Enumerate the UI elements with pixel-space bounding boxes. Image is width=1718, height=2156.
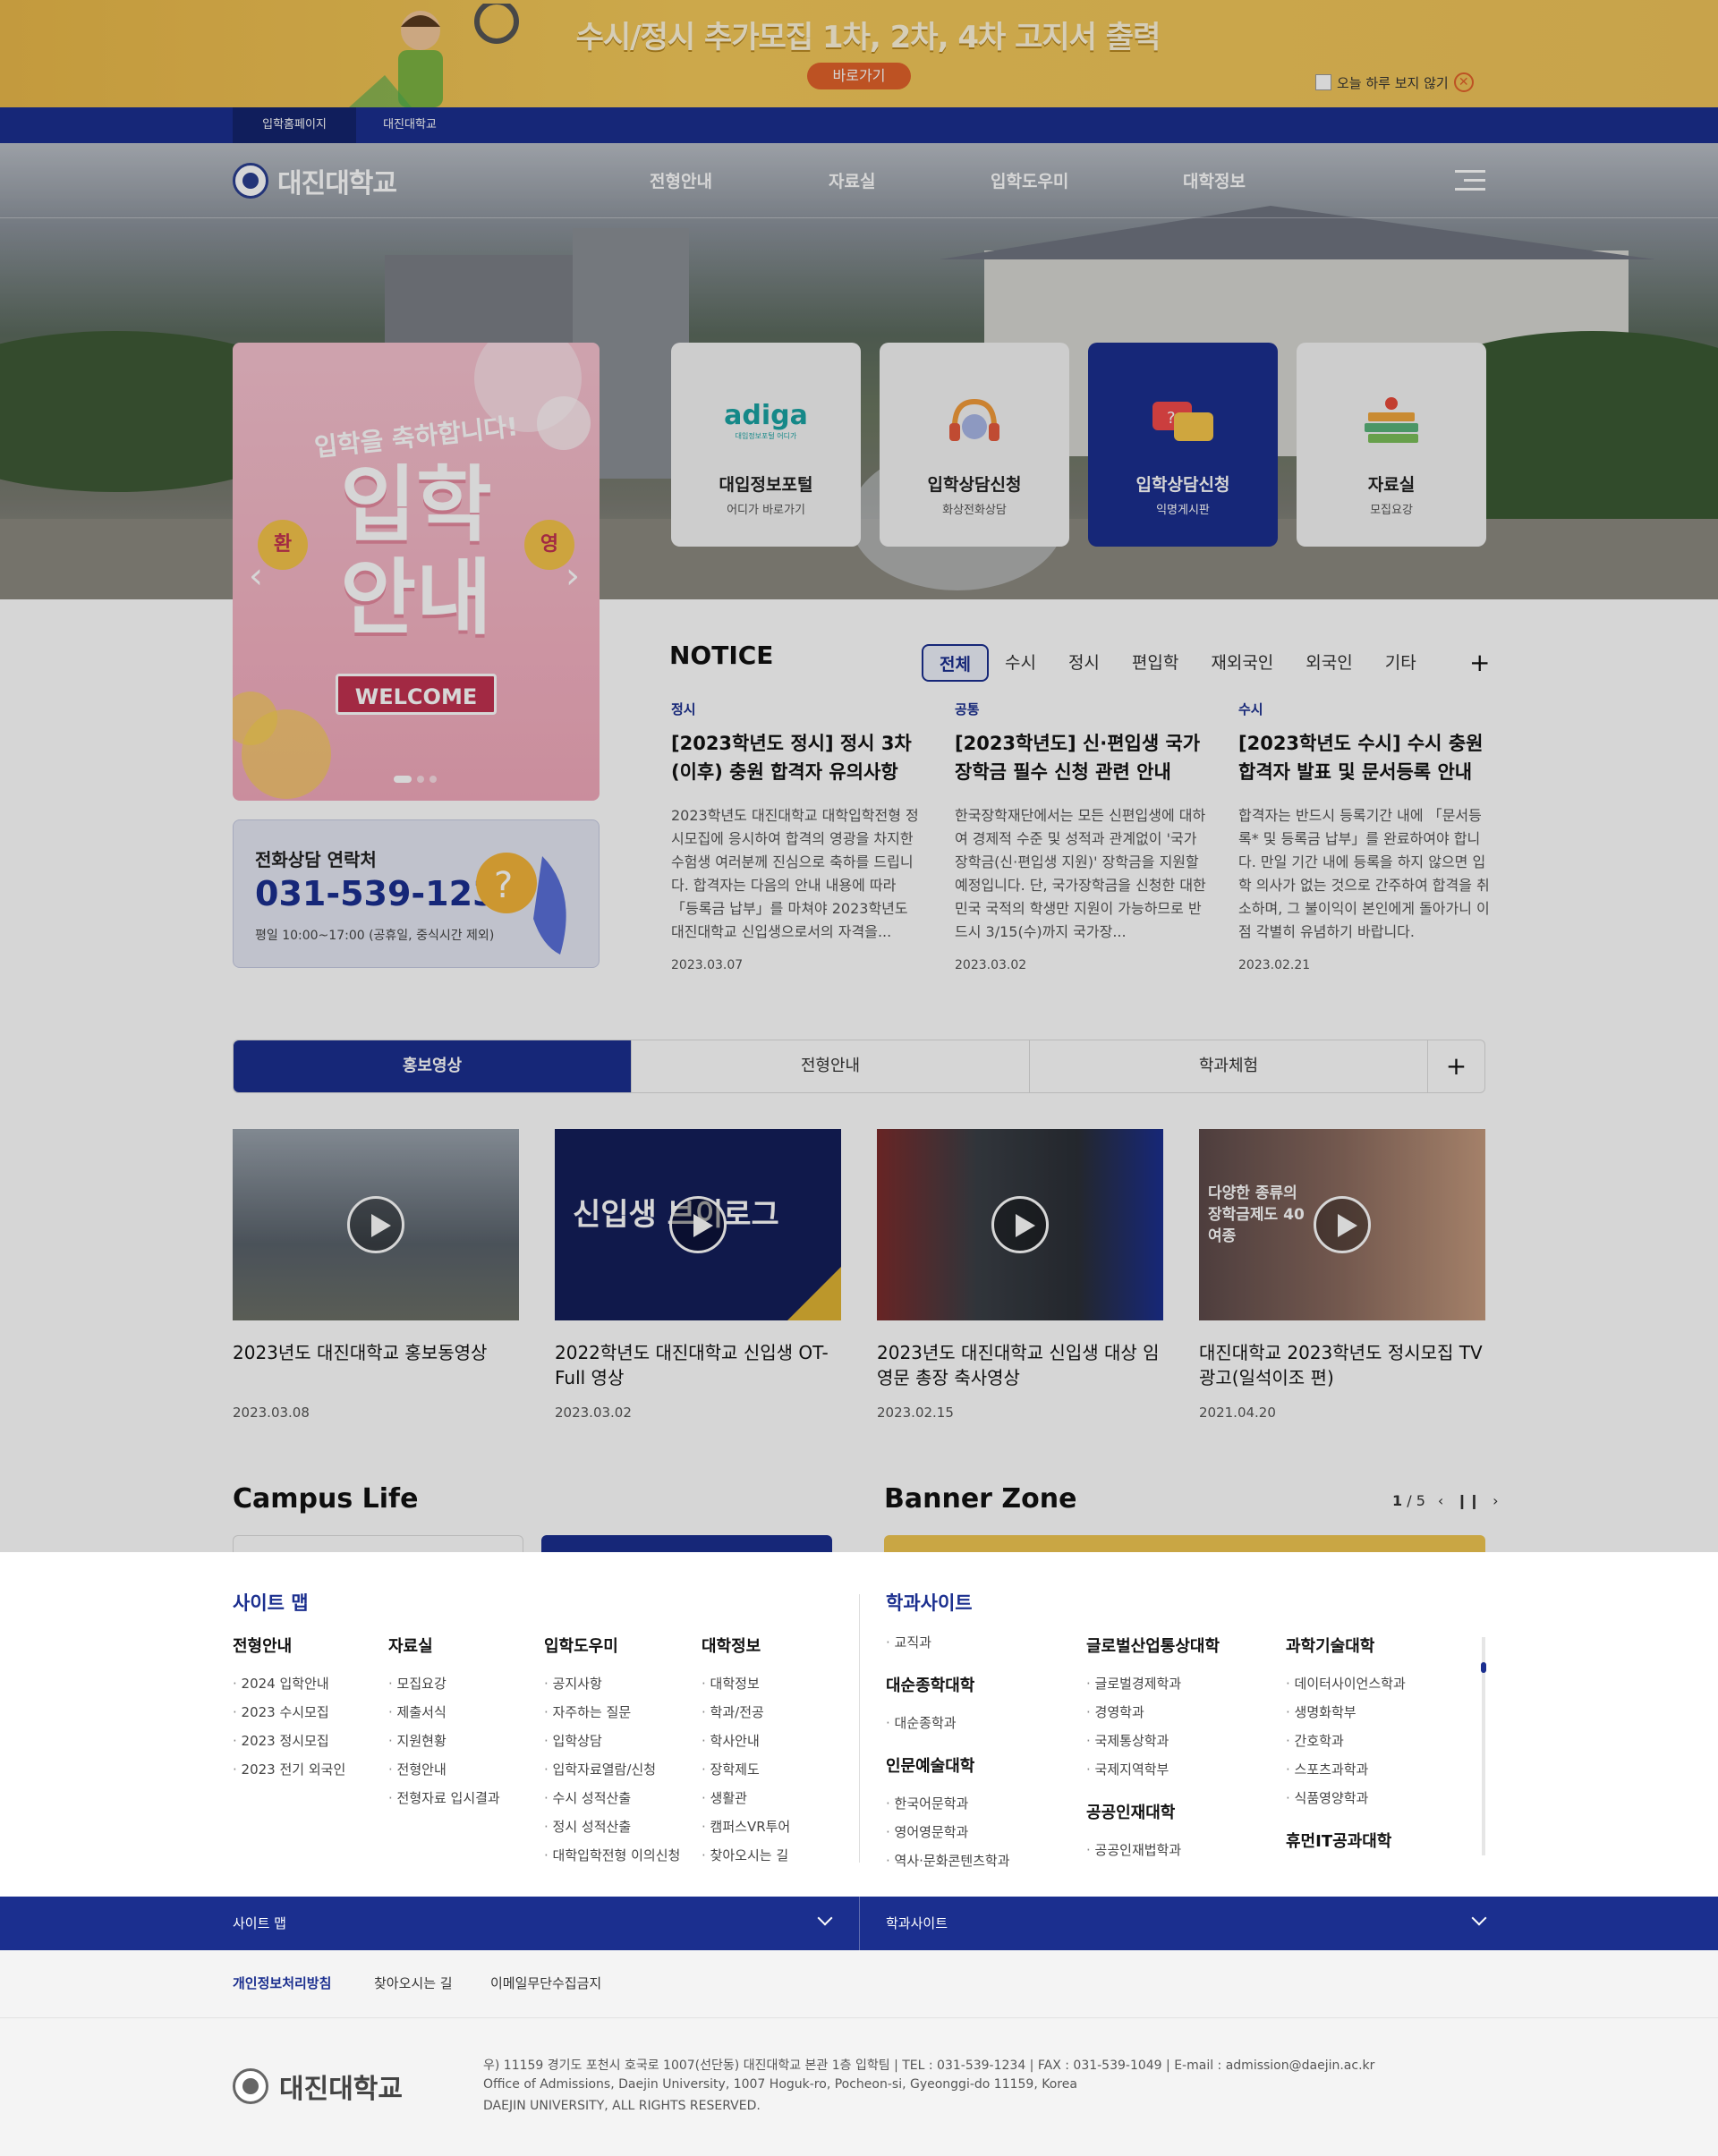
footer-bar-divider — [859, 1897, 860, 1950]
footer-sitemap-toggle[interactable]: 사이트 맵 — [233, 1897, 286, 1950]
dept-column: 교직과 대순종학대학 대순종학과 인문예술대학 한국어문학과 영어영문학과 역사… — [886, 1628, 1065, 1875]
sitemap-link[interactable]: 입학상담 — [544, 1727, 696, 1755]
sitemap-divider — [859, 1594, 860, 1863]
sitemap-column-title[interactable]: 입학도우미 — [544, 1634, 696, 1657]
dept-link[interactable]: 국제지역학부 — [1086, 1755, 1265, 1784]
dept-link[interactable]: 교직과 — [886, 1628, 1065, 1657]
no-email-collection-link[interactable]: 이메일무단수집금지 — [490, 1974, 601, 1992]
sitemap-link[interactable]: 2023 전기 외국인 — [233, 1755, 385, 1784]
sitemap-title: 사이트 맵 — [233, 1592, 309, 1614]
dept-link[interactable]: 영어영문학과 — [886, 1818, 1065, 1846]
sitemap-link[interactable]: 전형자료 입시결과 — [388, 1784, 540, 1812]
dept-link[interactable]: 스포츠과학과 — [1286, 1755, 1465, 1784]
footer-address-en: Office of Admissions, Daejin University,… — [483, 2077, 1077, 2092]
sitemap-link[interactable]: 지원현황 — [388, 1727, 540, 1755]
sitemap-link[interactable]: 장학제도 — [702, 1755, 854, 1784]
sitemap-column: 자료실 모집요강 제출서식 지원현황 전형안내 전형자료 입시결과 — [388, 1634, 540, 1812]
sitemap-link[interactable]: 대학정보 — [702, 1669, 854, 1698]
sitemap-link[interactable]: 전형안내 — [388, 1755, 540, 1784]
sitemap-link[interactable]: 제출서식 — [388, 1698, 540, 1727]
sitemap-link[interactable]: 모집요강 — [388, 1669, 540, 1698]
sitemap-column: 전형안내 2024 입학안내 2023 수시모집 2023 정시모집 2023 … — [233, 1634, 385, 1784]
sitemap-column: 입학도우미 공지사항 자주하는 질문 입학상담 입학자료열람/신청 수시 성적산… — [544, 1634, 696, 1870]
sitemap-column-title[interactable]: 자료실 — [388, 1634, 540, 1657]
college-title: 대순종학대학 — [886, 1676, 975, 1695]
college-title: 인문예술대학 — [886, 1757, 975, 1776]
sitemap-link[interactable]: 학과/전공 — [702, 1698, 854, 1727]
footer-dept-toggle[interactable]: 학과사이트 — [886, 1897, 948, 1950]
dept-link[interactable]: 공공인재법학과 — [1086, 1836, 1265, 1864]
dept-link[interactable]: 역사·문화콘텐츠학과 — [886, 1846, 1065, 1875]
privacy-policy-link[interactable]: 개인정보처리방침 — [233, 1974, 331, 1992]
footer-address: 우) 11159 경기도 포천시 호국로 1007(선단동) 대진대학교 본관 … — [483, 2058, 1375, 2073]
footer-copyright: DAEJIN UNIVERSITY, ALL RIGHTS RESERVED. — [483, 2099, 761, 2113]
dept-link[interactable]: 간호학과 — [1286, 1727, 1465, 1755]
sitemap-link[interactable]: 찾아오시는 길 — [702, 1841, 854, 1870]
dept-link[interactable]: 글로벌경제학과 — [1086, 1669, 1265, 1698]
sitemap-link[interactable]: 학사안내 — [702, 1727, 854, 1755]
page-dim-overlay[interactable] — [0, 0, 1718, 1552]
dept-column: 글로벌산업통상대학 글로벌경제학과 경영학과 국제통상학과 국제지역학부 공공인… — [1086, 1634, 1265, 1864]
sitemap-link[interactable]: 자주하는 질문 — [544, 1698, 696, 1727]
college-title: 공공인재대학 — [1086, 1804, 1176, 1822]
dept-link[interactable]: 경영학과 — [1086, 1698, 1265, 1727]
footer-logo: 대진대학교 — [233, 2067, 403, 2106]
college-title: 글로벌산업통상대학 — [1086, 1637, 1220, 1656]
college-title: 과학기술대학 — [1286, 1637, 1375, 1656]
sitemap-column-title[interactable]: 대학정보 — [702, 1634, 854, 1657]
sitemap-link[interactable]: 입학자료열람/신청 — [544, 1755, 696, 1784]
dept-column: 과학기술대학 데이터사이언스학과 생명화학부 간호학과 스포츠과학과 식품영양학… — [1286, 1634, 1465, 1864]
university-seal-icon — [233, 2068, 268, 2104]
sitemap-link[interactable]: 공지사항 — [544, 1669, 696, 1698]
dept-link[interactable]: 생명화학부 — [1286, 1698, 1465, 1727]
sitemap-column: 대학정보 대학정보 학과/전공 학사안내 장학제도 생활관 캠퍼스VR투어 찾아… — [702, 1634, 854, 1870]
dept-scrollbar-thumb[interactable] — [1481, 1662, 1486, 1673]
sitemap-column-title[interactable]: 전형안내 — [233, 1634, 385, 1657]
sitemap-link[interactable]: 수시 성적산출 — [544, 1784, 696, 1812]
sitemap-link[interactable]: 캠퍼스VR투어 — [702, 1812, 854, 1841]
footer-logo-text: 대진대학교 — [279, 2074, 403, 2105]
sitemap-link[interactable]: 정시 성적산출 — [544, 1812, 696, 1841]
sitemap-link[interactable]: 2023 수시모집 — [233, 1698, 385, 1727]
college-title: 휴먼IT공과대학 — [1286, 1832, 1392, 1851]
dept-link[interactable]: 대순종학과 — [886, 1709, 1065, 1737]
sitemap-link[interactable]: 대학입학전형 이의신청 — [544, 1841, 696, 1870]
dept-link[interactable]: 식품영양학과 — [1286, 1784, 1465, 1812]
sitemap-link[interactable]: 2024 입학안내 — [233, 1669, 385, 1698]
sitemap-link[interactable]: 생활관 — [702, 1784, 854, 1812]
dept-link[interactable]: 데이터사이언스학과 — [1286, 1669, 1465, 1698]
dept-link[interactable]: 국제통상학과 — [1086, 1727, 1265, 1755]
directions-link[interactable]: 찾아오시는 길 — [374, 1974, 453, 1992]
dept-sites-title: 학과사이트 — [886, 1592, 973, 1614]
dept-link[interactable]: 한국어문학과 — [886, 1789, 1065, 1818]
sitemap-link[interactable]: 2023 정시모집 — [233, 1727, 385, 1755]
